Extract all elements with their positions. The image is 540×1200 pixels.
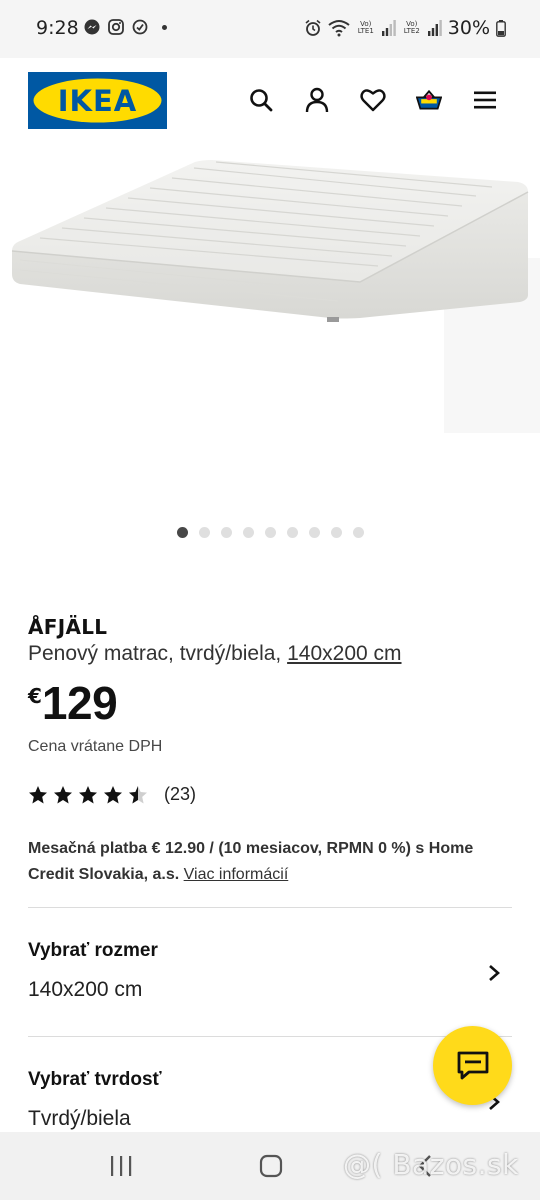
chat-icon <box>457 1051 488 1079</box>
signal-1-icon <box>381 20 396 36</box>
select-firmness-title: Vybrať tvrdosť <box>28 1069 162 1090</box>
star-half-icon <box>129 785 147 803</box>
price-currency: € <box>28 684 42 708</box>
carousel-dot-3[interactable] <box>220 527 232 538</box>
carousel-dot-5[interactable] <box>264 527 276 538</box>
menu-button[interactable] <box>472 87 498 113</box>
account-icon <box>305 87 329 113</box>
account-button[interactable] <box>304 87 330 113</box>
wishlist-button[interactable] <box>360 87 386 113</box>
battery-icon <box>496 19 506 37</box>
star-full-icon <box>29 785 47 803</box>
messenger-icon <box>84 19 100 35</box>
menu-icon <box>474 91 496 109</box>
battery-percent: 30% <box>447 17 490 39</box>
select-size-value: 140x200 cm <box>28 978 143 1001</box>
carousel-dot-1[interactable] <box>176 527 188 538</box>
signal-2-icon <box>427 20 442 36</box>
instagram-icon <box>108 19 124 35</box>
status-bar: 9:28 Vo) LTE1 Vo) LTE2 30% <box>0 0 540 58</box>
search-button[interactable] <box>248 87 274 113</box>
carousel-dot-7[interactable] <box>308 527 320 538</box>
basket-icon <box>416 89 442 110</box>
system-status-icons: Vo) LTE1 Vo) LTE2 30% <box>304 17 506 39</box>
carousel-dot-8[interactable] <box>330 527 342 538</box>
home-button[interactable] <box>256 1152 286 1180</box>
financing-more-info-link[interactable]: Viac informácií <box>184 866 289 883</box>
product-price: € 129 <box>28 677 118 729</box>
vat-note: Cena vrátane DPH <box>28 738 163 755</box>
lte2-label: Vo) LTE2 <box>403 20 420 35</box>
app-notification-icon <box>132 19 148 35</box>
image-carousel-indicator <box>0 527 540 538</box>
rating-count: (23) <box>164 784 197 804</box>
basket-button[interactable] <box>416 87 442 113</box>
product-size-link[interactable]: 140x200 cm <box>287 642 401 665</box>
alarm-icon <box>305 19 321 36</box>
ikea-logo[interactable]: IKEA <box>28 72 167 129</box>
carousel-dot-6[interactable] <box>286 527 298 538</box>
app-header: IKEA <box>0 58 540 148</box>
carousel-dot-2[interactable] <box>198 527 210 538</box>
select-size-title: Vybrať rozmer <box>28 940 158 961</box>
select-size-option[interactable]: Vybrať rozmer 140x200 cm <box>0 908 540 1036</box>
product-image-mattress[interactable] <box>0 148 540 518</box>
carousel-dot-4[interactable] <box>242 527 254 538</box>
select-firmness-value: Tvrdý/biela <box>28 1107 131 1130</box>
logo-text: IKEA <box>58 84 138 118</box>
star-full-icon <box>79 785 97 803</box>
product-name: ÅFJÄLL <box>28 615 108 639</box>
star-full-icon <box>104 785 122 803</box>
price-value: 129 <box>41 677 118 729</box>
home-icon <box>259 1154 283 1178</box>
chat-button[interactable] <box>433 1026 512 1105</box>
rating-stars <box>28 785 148 805</box>
product-description-text: Penový matrac, tvrdý/biela, <box>28 642 288 665</box>
star-full-icon <box>54 785 72 803</box>
search-icon <box>250 89 273 112</box>
financing-info: Mesačná platba € 12.90 / (10 mesiacov, R… <box>28 836 498 888</box>
chevron-right-icon <box>489 965 500 981</box>
recent-apps-button[interactable] <box>106 1152 136 1180</box>
wifi-icon <box>328 20 350 37</box>
header-actions <box>248 87 498 113</box>
lte1-label: Vo) LTE1 <box>357 20 374 35</box>
carousel-dot-9[interactable] <box>352 527 364 538</box>
product-description: Penový matrac, tvrdý/biela, 140x200 cm <box>28 642 402 666</box>
watermark: @( Bazos.sk <box>343 1148 519 1181</box>
notification-icons <box>84 19 167 35</box>
more-notifications-dot <box>162 24 167 30</box>
status-time: 9:28 <box>36 17 79 39</box>
recent-apps-icon <box>111 1156 132 1176</box>
heart-icon <box>360 89 386 112</box>
product-rating[interactable]: (23) <box>28 784 196 805</box>
